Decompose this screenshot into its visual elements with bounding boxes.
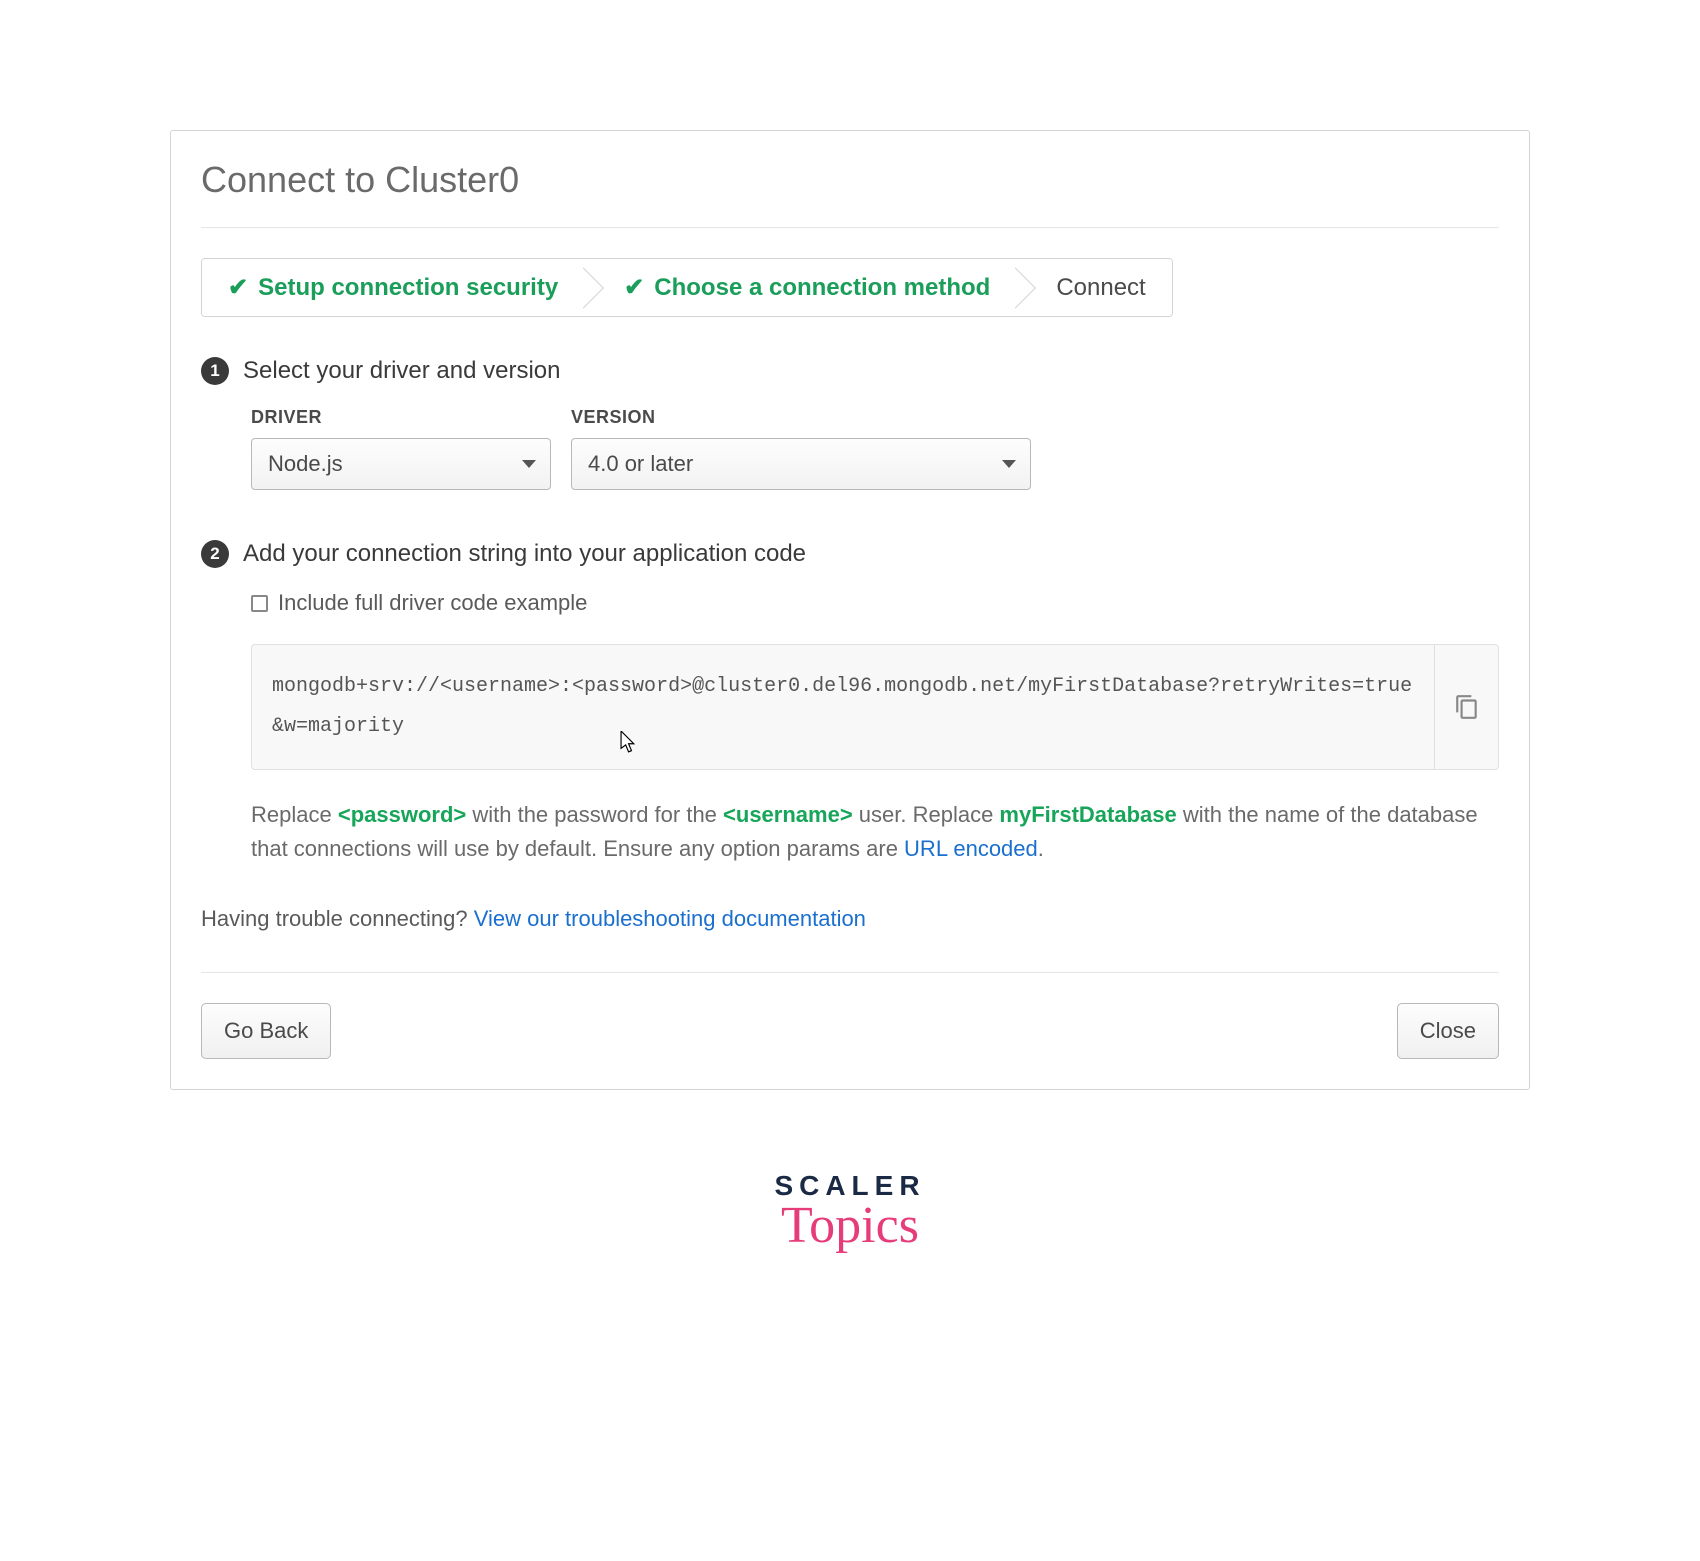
modal-title: Connect to Cluster0 [201,159,1499,201]
modal-header: Connect to Cluster0 [171,131,1529,227]
chevron-down-icon [522,460,536,468]
driver-value: Node.js [268,451,343,476]
step-number-badge: 1 [201,357,229,385]
close-button[interactable]: Close [1397,1003,1499,1059]
connection-string[interactable]: mongodb+srv://<username>:<password>@clus… [252,645,1434,769]
check-icon: ✔ [624,273,644,302]
include-example-label: Include full driver code example [278,590,587,616]
connection-string-box: mongodb+srv://<username>:<password>@clus… [251,644,1499,770]
driver-version-row: DRIVER Node.js VERSION 4.0 or later [251,407,1499,490]
version-label: VERSION [571,407,1031,428]
section-2-title: Add your connection string into your app… [243,540,806,568]
database-token: myFirstDatabase [999,802,1176,827]
step-connect[interactable]: Connect [1016,259,1171,316]
version-select[interactable]: 4.0 or later [571,438,1031,490]
step-choose-method[interactable]: ✔ Choose a connection method [584,259,1016,316]
driver-label: DRIVER [251,407,551,428]
go-back-button[interactable]: Go Back [201,1003,331,1059]
logo-line-2: Topics [170,1196,1530,1255]
include-example-checkbox[interactable] [251,595,268,612]
trouble-row: Having trouble connecting? View our trou… [201,906,1499,932]
chevron-down-icon [1002,460,1016,468]
copy-button[interactable] [1434,645,1498,769]
scaler-topics-logo: SCALER Topics [170,1170,1530,1255]
step-setup-security[interactable]: ✔ Setup connection security [202,259,584,316]
include-example-row: Include full driver code example [251,590,1499,616]
help-text: Replace <password> with the password for… [251,798,1499,866]
driver-select[interactable]: Node.js [251,438,551,490]
modal-body: ✔ Setup connection security ✔ Choose a c… [171,228,1529,972]
modal-footer: Go Back Close [201,972,1499,1089]
driver-group: DRIVER Node.js [251,407,551,490]
version-value: 4.0 or later [588,451,693,476]
password-token: <password> [338,802,466,827]
url-encoded-link[interactable]: URL encoded [904,836,1038,861]
section-1-title: Select your driver and version [243,357,560,385]
section-1-header: 1 Select your driver and version [201,357,1499,385]
troubleshooting-link[interactable]: View our troubleshooting documentation [474,906,866,931]
section-2-header: 2 Add your connection string into your a… [201,540,1499,568]
username-token: <username> [723,802,853,827]
step-label: Connect [1056,274,1145,302]
connect-modal: Connect to Cluster0 ✔ Setup connection s… [170,130,1530,1090]
copy-icon [1454,694,1480,720]
step-label: Choose a connection method [654,274,990,302]
step-label: Setup connection security [258,274,558,302]
version-group: VERSION 4.0 or later [571,407,1031,490]
check-icon: ✔ [228,273,248,302]
stepper: ✔ Setup connection security ✔ Choose a c… [201,258,1173,317]
trouble-text: Having trouble connecting? [201,906,474,931]
step-number-badge: 2 [201,540,229,568]
